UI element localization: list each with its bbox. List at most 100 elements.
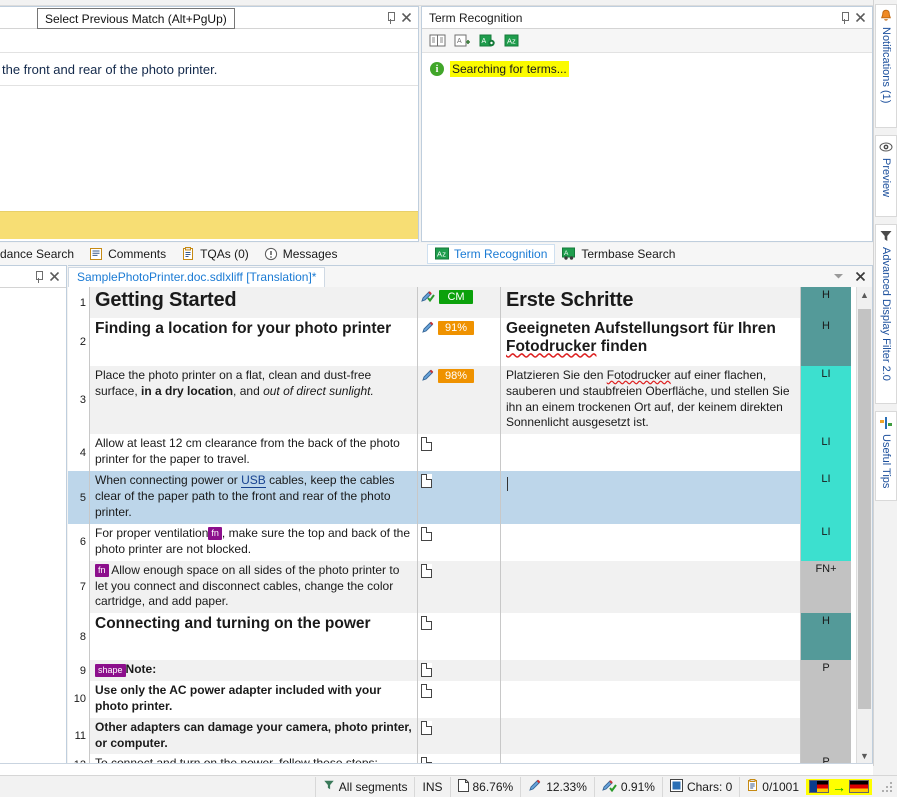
- window-resize-grip[interactable]: [880, 780, 894, 794]
- segment-status-cell[interactable]: CM: [418, 287, 501, 318]
- status-not-translated[interactable]: 86.76%: [450, 777, 521, 797]
- tab-comments[interactable]: Comments: [83, 243, 175, 265]
- segment-status-cell[interactable]: [418, 660, 501, 681]
- segment-row[interactable]: 2Finding a location for your photo print…: [68, 318, 872, 366]
- auto-hide-pin-icon[interactable]: [836, 10, 852, 26]
- segment-row[interactable]: 8Connecting and turning on the powerH: [68, 613, 872, 660]
- segment-source-cell[interactable]: Use only the AC power adapter included w…: [90, 681, 418, 718]
- segment-status-cell[interactable]: [418, 613, 501, 660]
- status-language-pair[interactable]: →: [806, 779, 872, 795]
- segment-status-cell[interactable]: [418, 524, 501, 561]
- scrollbar-thumb[interactable]: [858, 309, 871, 709]
- status-draft[interactable]: 12.33%: [520, 777, 594, 797]
- segment-target-cell[interactable]: [501, 660, 801, 681]
- tab-term-recognition[interactable]: Az Term Recognition: [427, 244, 555, 264]
- segment-status-cell[interactable]: [418, 434, 501, 471]
- tab-messages[interactable]: Messages: [258, 243, 347, 265]
- segment-row[interactable]: 4Allow at least 12 cm clearance from the…: [68, 434, 872, 471]
- segment-target-cell[interactable]: Erste Schritte: [501, 287, 801, 318]
- close-icon[interactable]: [852, 10, 868, 26]
- segment-structure-cell[interactable]: H: [801, 287, 851, 318]
- segment-structure-cell[interactable]: P: [801, 660, 851, 681]
- close-icon[interactable]: [398, 10, 414, 26]
- status-chars[interactable]: Chars: 0: [662, 777, 739, 797]
- segment-target-cell[interactable]: [501, 613, 801, 660]
- tab-termbase-search[interactable]: A Termbase Search: [555, 245, 682, 263]
- segment-status-cell[interactable]: [418, 718, 501, 755]
- segment-target-cell[interactable]: [501, 524, 801, 561]
- chevron-down-icon[interactable]: [830, 268, 846, 284]
- project-termbase-settings-icon[interactable]: A z: [504, 33, 521, 48]
- segment-target-cell[interactable]: [501, 681, 801, 718]
- segment-structure-cell[interactable]: [801, 718, 851, 755]
- segment-source-cell[interactable]: Other adapters can damage your camera, p…: [90, 718, 418, 755]
- translation-result-row[interactable]: the front and rear of the photo printer.: [0, 52, 418, 86]
- segment-source-cell[interactable]: Finding a location for your photo printe…: [90, 318, 418, 366]
- segment-structure-cell[interactable]: H: [801, 318, 851, 366]
- segment-structure-cell[interactable]: LI: [801, 524, 851, 561]
- segment-structure-cell[interactable]: LI: [801, 366, 851, 434]
- status-translated[interactable]: 0.91%: [594, 777, 662, 797]
- segment-source-cell[interactable]: Connecting and turning on the power: [90, 613, 418, 660]
- segment-source-cell[interactable]: Allow at least 12 cm clearance from the …: [90, 434, 418, 471]
- segment-source-cell[interactable]: Getting Started: [90, 287, 418, 318]
- segment-structure-cell[interactable]: LI: [801, 434, 851, 471]
- segment-target-cell[interactable]: [501, 718, 801, 755]
- segment-row[interactable]: 5When connecting power or USB cables, ke…: [68, 471, 872, 523]
- segment-structure-cell[interactable]: LI: [801, 471, 851, 523]
- segment-target-cell[interactable]: Geeigneten Aufstellungsort für Ihren Fot…: [501, 318, 801, 366]
- segment-source-cell[interactable]: When connecting power or USB cables, kee…: [90, 471, 418, 523]
- segment-target-cell[interactable]: [501, 561, 801, 613]
- tab-concordance-search[interactable]: dance Search: [0, 243, 83, 265]
- segment-status-cell[interactable]: [418, 471, 501, 523]
- segment-source-cell[interactable]: For proper ventilationfn, make sure the …: [90, 524, 418, 561]
- status-filter[interactable]: All segments: [315, 777, 415, 797]
- view-term-details-icon[interactable]: [429, 33, 446, 48]
- segment-status-cell[interactable]: [418, 561, 501, 613]
- segment-structure-cell[interactable]: H: [801, 613, 851, 660]
- term-search-status-text: Searching for terms...: [450, 61, 569, 77]
- svg-text:z: z: [442, 250, 446, 259]
- editor-vertical-scrollbar[interactable]: ▲ ▼: [856, 287, 872, 764]
- translation-results-body[interactable]: the front and rear of the photo printer.: [0, 29, 418, 241]
- segment-row[interactable]: 7fn Allow enough space on all sides of t…: [68, 561, 872, 613]
- segment-status-cell[interactable]: 91%: [418, 318, 501, 366]
- segment-status-cell[interactable]: 98%: [418, 366, 501, 434]
- scroll-down-arrow-icon[interactable]: ▼: [857, 748, 872, 764]
- quick-add-new-term-icon[interactable]: A: [479, 33, 496, 48]
- sidebar-item-advanced-display-filter[interactable]: Advanced Display Filter 2.0: [875, 224, 897, 404]
- status-insert-mode[interactable]: INS: [414, 777, 449, 797]
- scroll-up-arrow-icon[interactable]: ▲: [857, 287, 872, 303]
- segment-grid[interactable]: 1Getting StartedCMErste SchritteH2Findin…: [68, 287, 872, 764]
- segment-row[interactable]: 11Other adapters can damage your camera,…: [68, 718, 872, 755]
- status-segment-progress[interactable]: 0/1001: [739, 777, 806, 797]
- segment-row[interactable]: 1Getting StartedCMErste SchritteH: [68, 287, 872, 318]
- auto-hide-pin-icon[interactable]: [382, 10, 398, 26]
- segment-structure-cell[interactable]: [801, 681, 851, 718]
- segment-source-cell[interactable]: shapeNote:: [90, 660, 418, 681]
- tips-icon: [879, 416, 893, 430]
- segment-row[interactable]: 9shapeNote:P: [68, 660, 872, 681]
- segment-target-cell[interactable]: [501, 434, 801, 471]
- term-recognition-results[interactable]: i Searching for terms...: [422, 53, 872, 241]
- sidebar-item-preview[interactable]: Preview: [875, 135, 897, 217]
- segment-source-cell[interactable]: fn Allow enough space on all sides of th…: [90, 561, 418, 613]
- auto-hide-pin-icon[interactable]: [30, 269, 46, 285]
- segment-source-cell[interactable]: Place the photo printer on a flat, clean…: [90, 366, 418, 434]
- tab-tqas[interactable]: TQAs (0): [175, 243, 258, 265]
- add-new-term-icon[interactable]: A: [454, 33, 471, 48]
- segment-target-cell[interactable]: Platzieren Sie den Fotodrucker auf einer…: [501, 366, 801, 434]
- sidebar-item-notifications[interactable]: Notifications (1): [875, 4, 897, 128]
- tab-document[interactable]: SamplePhotoPrinter.doc.sdlxliff [Transla…: [68, 267, 325, 287]
- segment-row[interactable]: 6For proper ventilationfn, make sure the…: [68, 524, 872, 561]
- segment-row[interactable]: 10Use only the AC power adapter included…: [68, 681, 872, 718]
- segment-target-cell[interactable]: [501, 471, 801, 523]
- segment-structure-cell[interactable]: FN+: [801, 561, 851, 613]
- display-filter-strip: [0, 763, 873, 775]
- segment-status-cell[interactable]: [418, 681, 501, 718]
- close-icon[interactable]: [46, 269, 62, 285]
- status-translated-label: 0.91%: [621, 780, 655, 794]
- sidebar-item-useful-tips[interactable]: Useful Tips: [875, 411, 897, 501]
- segment-row[interactable]: 3Place the photo printer on a flat, clea…: [68, 366, 872, 434]
- close-icon[interactable]: [852, 268, 868, 284]
